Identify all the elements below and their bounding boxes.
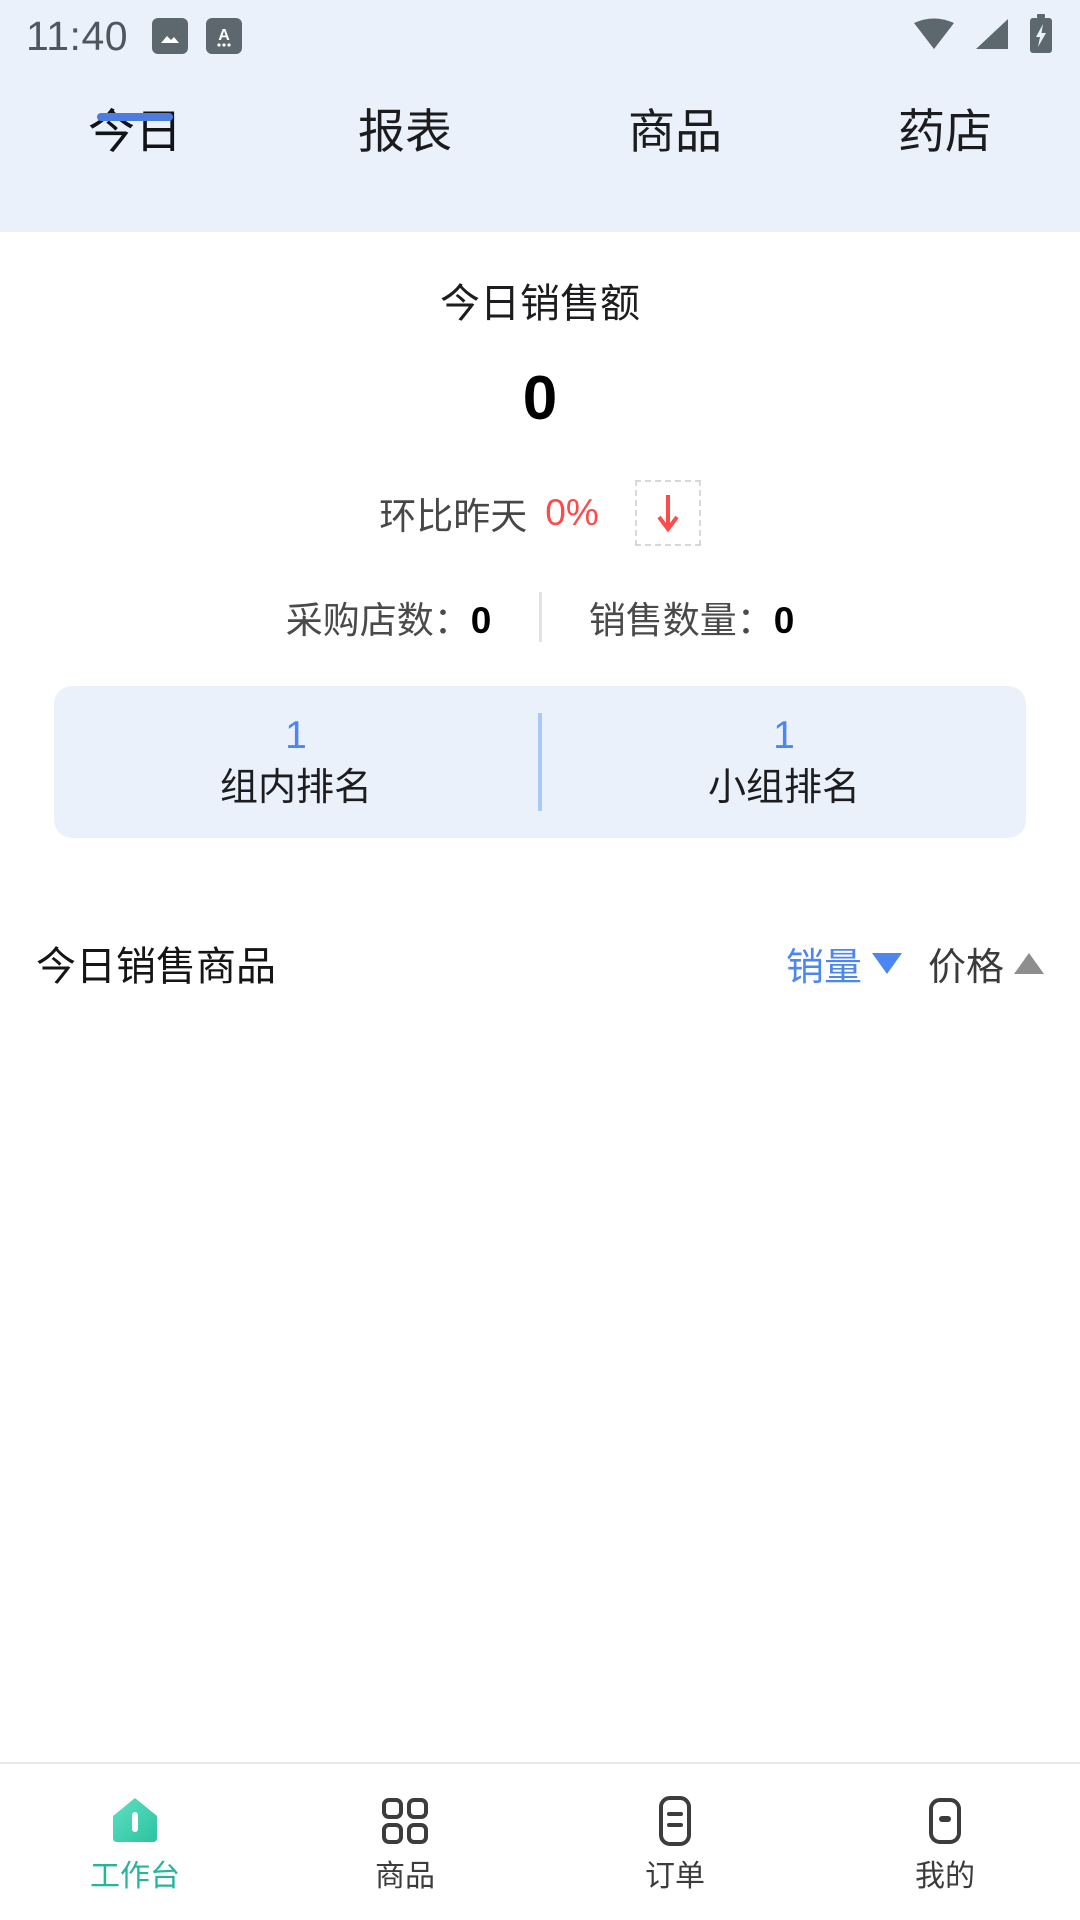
ranking-team-label: 小组排名 [707,766,860,809]
status-bar-system-icons [912,13,1054,59]
app-header: 11:40 A 今日 报表 商品 药店 [0,0,1080,232]
section-title: 今日销售商品 [36,945,276,989]
arrow-down-icon [634,480,701,546]
nav-item-profile[interactable]: 我的 [810,1792,1080,1892]
tab-report-label: 报表 [358,105,452,158]
nav-item-workbench[interactable]: 工作台 [0,1792,270,1892]
svg-text:A: A [218,27,230,44]
stats-row: 采购店数：0 销售数量：0 [0,590,1080,644]
today-sales-card: 今日销售额 0 环比昨天 0% 采购店数：0 销售数量：0 [0,232,1080,644]
sort-by-sales-volume[interactable]: 销量 [786,936,902,991]
ranking-card: 1 组内排名 1 小组排名 [54,686,1026,838]
nav-item-products-label: 商品 [375,1860,435,1893]
compare-row: 环比昨天 0% [0,480,1080,546]
image-icon [152,18,189,54]
sort-controls[interactable]: 销量 价格 [786,936,1044,991]
chevron-up-icon [1014,952,1044,974]
stat-sales-qty-value: 0 [773,600,795,641]
nav-item-orders-label: 订单 [645,1860,705,1893]
bottom-navigation-bar[interactable]: 工作台 商品 订单 我的 [0,1762,1080,1920]
grid-icon [376,1792,434,1850]
status-bar-notification-icons: A [152,18,243,54]
tab-today[interactable]: 今日 [0,72,270,155]
today-sales-amount: 0 [522,364,558,433]
sort-by-price-label: 价格 [927,946,1004,989]
ranking-team[interactable]: 1 小组排名 [542,713,1026,810]
today-products-section-header: 今日销售商品 销量 价格 [36,934,1044,992]
ranking-in-group-label: 组内排名 [219,766,372,809]
tab-report[interactable]: 报表 [270,72,540,155]
battery-charging-icon [1028,13,1054,59]
profile-icon [916,1792,974,1850]
today-sales-title: 今日销售额 [440,282,640,326]
compare-label: 环比昨天 [379,496,528,537]
nav-item-products[interactable]: 商品 [270,1792,540,1892]
stat-purchase-stores: 采购店数：0 [239,590,539,644]
status-bar: 11:40 A [0,0,1080,72]
main-content: 今日销售额 0 环比昨天 0% 采购店数：0 销售数量：0 1 组内排名 1 小… [0,232,1080,1692]
compare-value: 0% [545,492,599,533]
stat-purchase-stores-value: 0 [470,600,492,641]
stat-sales-qty-label: 销售数量： [588,600,774,641]
nav-item-orders[interactable]: 订单 [540,1792,810,1892]
stat-purchase-stores-label: 采购店数： [285,600,471,641]
tab-products[interactable]: 商品 [540,72,810,155]
workbench-home-icon [106,1792,164,1850]
tab-active-indicator [97,113,173,121]
order-list-icon [646,1792,704,1850]
nav-item-profile-label: 我的 [915,1860,975,1893]
top-tab-bar[interactable]: 今日 报表 商品 药店 [0,72,1080,232]
wifi-icon [912,16,956,57]
tab-pharmacy[interactable]: 药店 [810,72,1080,155]
tab-pharmacy-label: 药店 [898,105,992,158]
sort-by-sales-volume-label: 销量 [785,946,862,989]
tab-products-label: 商品 [628,105,722,158]
nav-item-workbench-label: 工作台 [90,1860,180,1893]
ranking-in-group-value: 1 [285,713,307,757]
today-products-list [0,992,1080,1692]
chevron-down-icon [871,952,902,974]
status-bar-time: 11:40 [26,12,129,59]
app-a-icon: A [206,18,243,54]
ranking-in-group[interactable]: 1 组内排名 [54,713,538,810]
ranking-team-value: 1 [773,713,795,757]
signal-icon [972,16,1012,57]
sort-by-price[interactable]: 价格 [928,936,1044,991]
stat-sales-qty: 销售数量：0 [542,590,842,644]
